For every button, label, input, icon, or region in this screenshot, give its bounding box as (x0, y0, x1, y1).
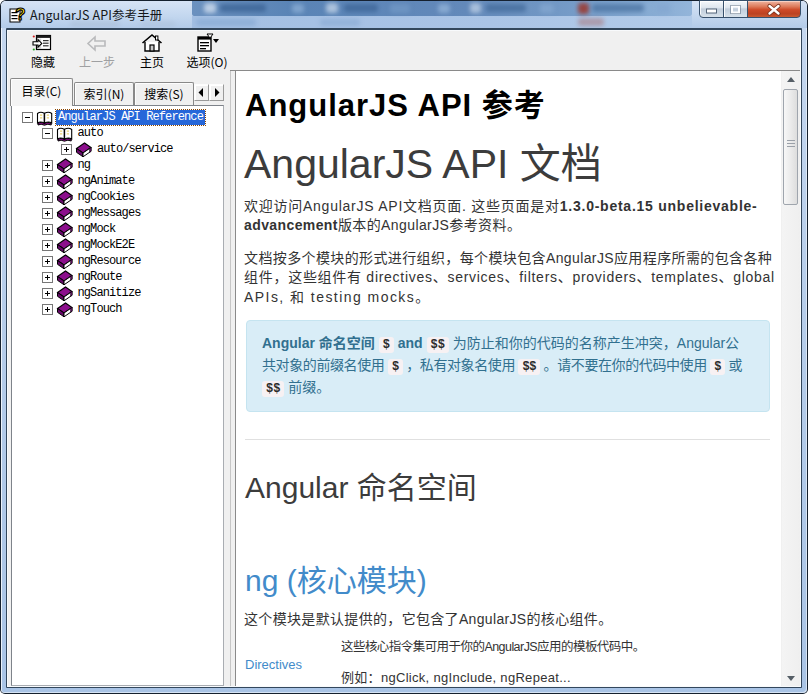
tree-ngMessages[interactable]: ngMessages (0, 206, 808, 222)
tree-ng[interactable]: ng (0, 158, 808, 174)
toolbar: 隐藏 上一步 主页 (8, 31, 800, 71)
doc-d1: 这些核心指令集可用于你的AngularJS应用的模板代码中。 (341, 638, 645, 657)
tree-ngResource[interactable]: ngResource (0, 254, 808, 270)
tree-ngRoute[interactable]: ngRoute (0, 270, 808, 286)
tab-scroll-left[interactable] (194, 84, 209, 101)
tree-ngCookies[interactable]: ngCookies (0, 190, 808, 206)
doc-callout: Angular 命名空间 $ and $$ 为防止和你的代码的名称产生冲突，An… (246, 320, 770, 412)
tree-ngAnimate[interactable]: ngAnimate (0, 174, 808, 190)
doc-d2: 例如：ngClick, ngInclude, ngRepeat... (341, 668, 571, 687)
scroll-down[interactable] (782, 669, 800, 686)
chm-viewer: ? AngularJS API参考手册 隐藏 (0, 0, 808, 694)
tree-ngTouch[interactable]: ngTouch (0, 302, 808, 318)
caption-buttons (699, 0, 801, 20)
doc-h1b: Angular 命名空间 (245, 473, 477, 503)
btn-close[interactable] (747, 0, 801, 18)
scroll-up[interactable] (782, 71, 800, 88)
tab-scroll-right[interactable] (209, 84, 224, 101)
btn-options[interactable]: 选项(O) (180, 31, 234, 71)
doc-callout-l2: 共对象的前缀名使用 $ ，私有对象名使用 $$ 。请不要在你的代码中使用 $ 或 (262, 354, 742, 376)
doc-hr (245, 439, 770, 440)
doc-ng[interactable]: ng (核心模块) (245, 566, 427, 596)
btn-maximize[interactable] (723, 0, 748, 18)
bg-tabs-band2 (192, 16, 692, 28)
window-title: AngularJS API参考手册 (30, 7, 162, 23)
tree-ngMock[interactable]: ngMock (0, 222, 808, 238)
tab-index[interactable]: 索引(N) (74, 82, 134, 106)
doc-p3: 这个模块是默认提供的，它包含了AngularJS的核心组件。 (244, 610, 613, 630)
tree-ngSanitize[interactable]: ngSanitize (0, 286, 808, 302)
window-icon: ? (9, 6, 26, 23)
tab-search[interactable]: 搜索(S) (134, 82, 194, 106)
doc-directives[interactable]: Directives (245, 655, 302, 675)
btn-hide[interactable]: 隐藏 (22, 31, 64, 71)
btn-back[interactable]: 上一步 (74, 31, 120, 71)
doc-callout-l3: $$ 前缀。 (262, 376, 330, 398)
tree-autoservice[interactable]: auto/service (0, 142, 808, 158)
doc-callout-l1: Angular 命名空间 $ and $$ 为防止和你的代码的名称产生冲突，An… (262, 332, 739, 354)
btn-home[interactable]: 主页 (130, 31, 174, 71)
svg-text:?: ? (15, 6, 25, 23)
tree-AngularJSAPIReference[interactable]: AngularJS API Reference (0, 110, 808, 126)
btn-minimize[interactable] (699, 0, 724, 18)
tab-contents[interactable]: 目录(C) (10, 78, 73, 106)
tree-ngMockEE[interactable]: ngMockE2E (0, 238, 808, 254)
tree-auto[interactable]: auto (0, 126, 808, 142)
